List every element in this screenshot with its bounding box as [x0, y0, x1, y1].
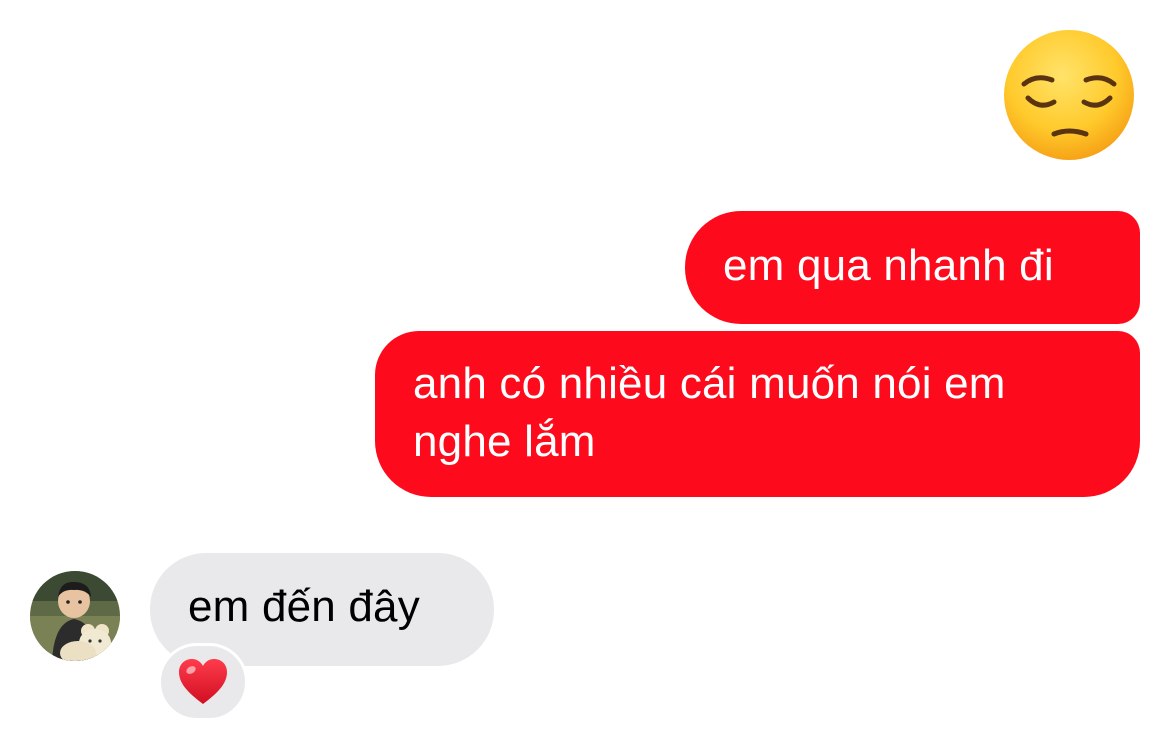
- pensive-face-icon[interactable]: [1002, 28, 1136, 162]
- sent-message-bubble[interactable]: em qua nhanh đi: [685, 211, 1140, 324]
- sent-message-bubble[interactable]: anh có nhiều cái muốn nói em nghe lắm: [375, 331, 1140, 497]
- heart-icon: [179, 659, 227, 704]
- message-reaction[interactable]: [158, 643, 248, 721]
- avatar-photo: [30, 571, 120, 661]
- avatar[interactable]: [30, 571, 120, 661]
- pensive-face-icon-graphic: [1004, 30, 1134, 160]
